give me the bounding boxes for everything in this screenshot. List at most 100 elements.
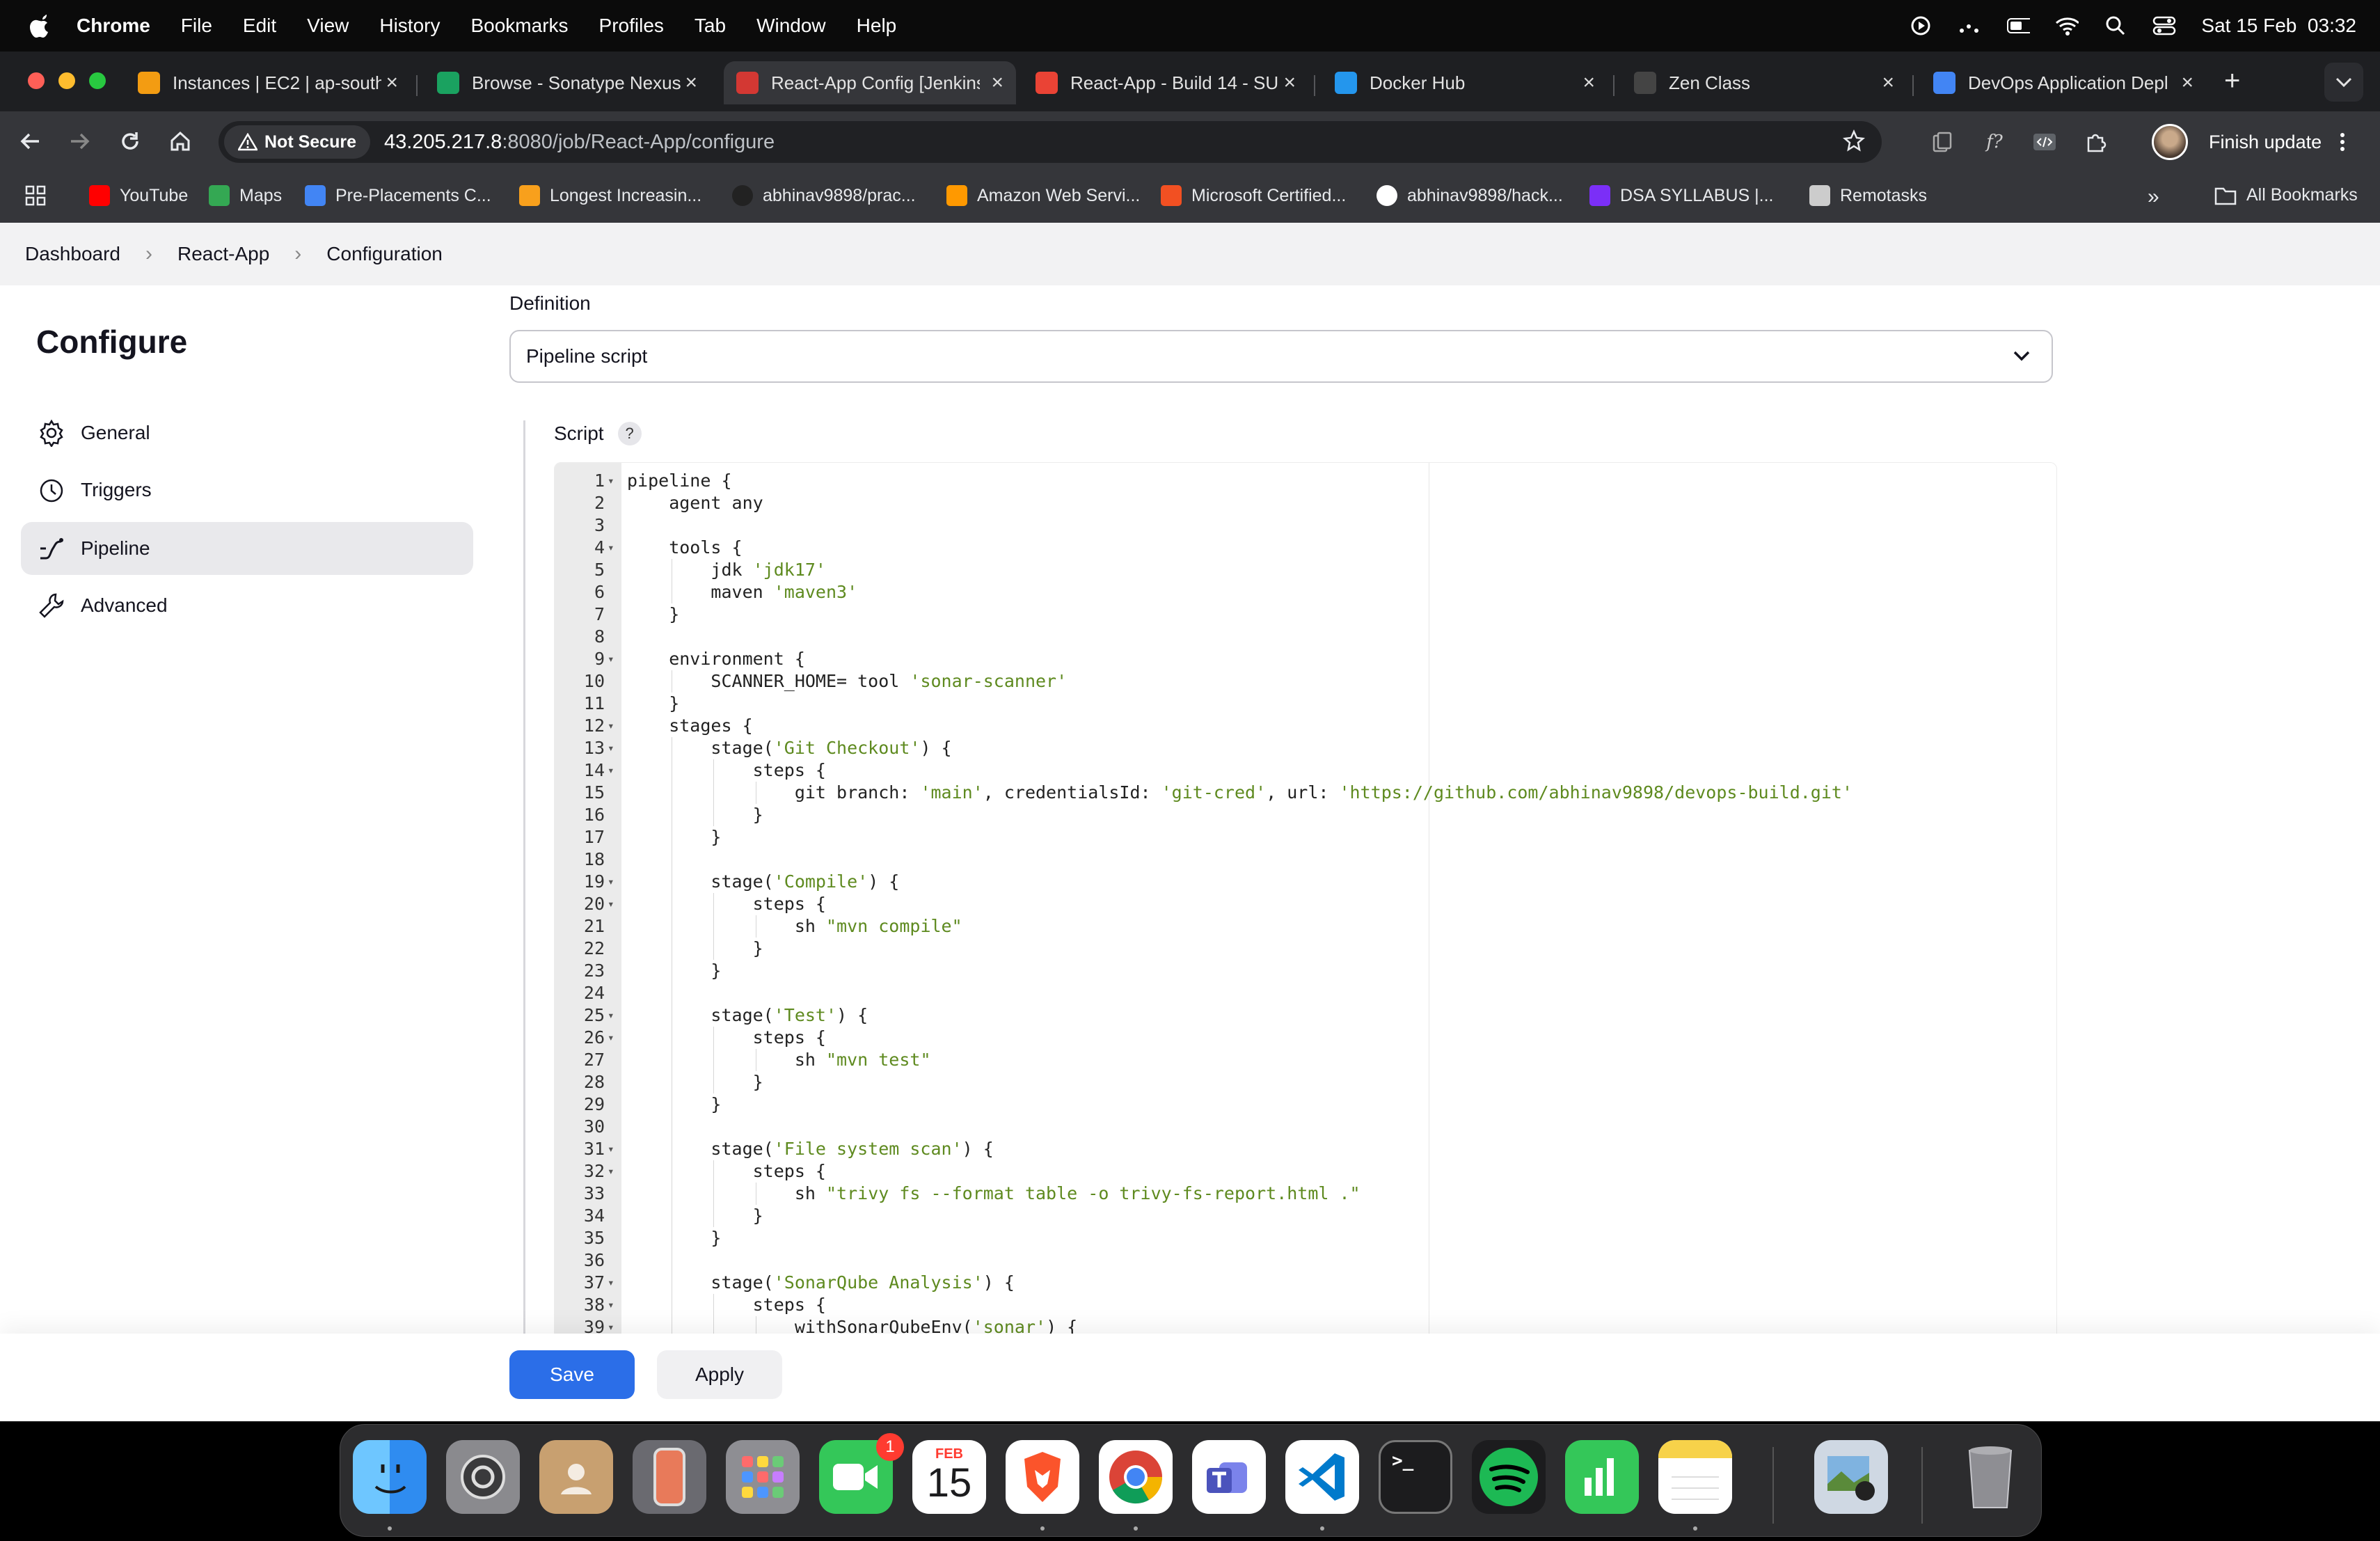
apple-icon[interactable] [25, 10, 56, 41]
apps-grid-icon[interactable] [25, 185, 46, 206]
sidebar-item-pipeline[interactable]: Pipeline [21, 522, 473, 575]
brave-icon[interactable] [1006, 1440, 1079, 1514]
search-icon[interactable] [2104, 14, 2127, 38]
menu-profiles[interactable]: Profiles [599, 15, 664, 37]
control-center-icon[interactable] [2152, 14, 2176, 38]
code-line[interactable]: 13 ▾ stage('Git Checkout') { [555, 737, 2051, 759]
extension-icon-formula[interactable]: f? [1981, 128, 2008, 156]
menu-help[interactable]: Help [857, 15, 897, 37]
close-tab-icon[interactable]: × [1582, 71, 1595, 95]
menu-file[interactable]: File [181, 15, 212, 37]
code-line[interactable]: 10 SCANNER_HOME= tool 'sonar-scanner' [555, 670, 2051, 693]
menu-edit[interactable]: Edit [243, 15, 276, 37]
code-line[interactable]: 16 } [555, 804, 2051, 826]
script-editor[interactable]: 1 ▾ pipeline {2 agent any 3 4 ▾ tools {5 jdk … [554, 462, 2057, 1421]
url-text[interactable]: 43.205.217.8:8080/job/React-App/configur… [384, 131, 775, 154]
system-settings-icon[interactable] [446, 1440, 520, 1514]
calendar-icon[interactable]: FEB 15 [912, 1440, 986, 1514]
fold-arrow-icon[interactable]: ▾ [608, 715, 614, 737]
bookmark-item[interactable]: Amazon Web Servi... [946, 185, 1140, 206]
bookmark-item[interactable]: Longest Increasin... [519, 185, 701, 206]
sidebar-item-advanced[interactable]: Advanced [21, 579, 473, 632]
code-line[interactable]: 4 ▾ tools { [555, 537, 2051, 559]
profile-avatar[interactable] [2152, 124, 2188, 160]
bookmark-item[interactable]: Pre-Placements C... [305, 185, 491, 206]
close-window-button[interactable] [28, 72, 45, 89]
code-line[interactable]: 34 } [555, 1205, 2051, 1227]
all-bookmarks[interactable]: All Bookmarks [2214, 185, 2358, 205]
code-line[interactable]: 19 ▾ stage('Compile') { [555, 871, 2051, 893]
home-button[interactable] [166, 127, 195, 156]
close-tab-icon[interactable]: × [1283, 71, 1296, 95]
save-button[interactable]: Save [509, 1350, 635, 1399]
bookmark-item[interactable]: DSA SYLLABUS |... [1589, 185, 1773, 206]
tab-3[interactable]: React-App Config [Jenkins] × [724, 61, 1016, 104]
notes-icon[interactable] [1658, 1440, 1732, 1514]
tab-7[interactable]: DevOps Application Depl × [1921, 61, 2206, 104]
bookmark-item[interactable]: Remotasks [1809, 185, 1927, 206]
code-line[interactable]: 26 ▾ steps { [555, 1027, 2051, 1049]
code-line[interactable]: 17 } [555, 826, 2051, 848]
code-line[interactable]: 25 ▾ stage('Test') { [555, 1004, 2051, 1027]
code-line[interactable]: 3 [555, 514, 2051, 537]
tab-6[interactable]: Zen Class × [1621, 61, 1907, 104]
fold-arrow-icon[interactable]: ▾ [608, 893, 614, 915]
chrome-icon[interactable] [1099, 1440, 1173, 1514]
menu-app-name[interactable]: Chrome [77, 15, 150, 37]
sidebar-item-triggers[interactable]: Triggers [21, 464, 473, 516]
code-line[interactable]: 37 ▾ stage('SonarQube Analysis') { [555, 1272, 2051, 1294]
code-line[interactable]: 1 ▾ pipeline { [555, 470, 2051, 492]
breadcrumb-dashboard[interactable]: Dashboard [25, 243, 120, 265]
fold-arrow-icon[interactable]: ▾ [608, 537, 614, 559]
fold-arrow-icon[interactable]: ▾ [608, 1294, 614, 1316]
code-line[interactable]: 21 sh "mvn compile" [555, 915, 2051, 938]
fold-arrow-icon[interactable]: ▾ [608, 759, 614, 782]
fold-arrow-icon[interactable]: ▾ [608, 1004, 614, 1027]
contacts-icon[interactable] [539, 1440, 613, 1514]
close-tab-icon[interactable]: × [2181, 71, 2193, 95]
bookmark-item[interactable]: abhinav9898/prac... [732, 185, 916, 206]
tab-5[interactable]: Docker Hub × [1322, 61, 1608, 104]
close-tab-icon[interactable]: × [386, 71, 398, 95]
close-tab-icon[interactable]: × [991, 71, 1003, 95]
bookmark-item[interactable]: abhinav9898/hack... [1377, 185, 1563, 206]
code-line[interactable]: 15 git branch: 'main', credentialsId: 'g… [555, 782, 2051, 804]
tab-4[interactable]: React-App - Build 14 - SU × [1023, 61, 1308, 104]
reload-button[interactable] [116, 127, 145, 156]
teams-icon[interactable] [1192, 1440, 1266, 1514]
play-circle-icon[interactable] [1909, 14, 1933, 38]
code-line[interactable]: 18 [555, 848, 2051, 871]
fold-arrow-icon[interactable]: ▾ [608, 648, 614, 670]
extension-icon-clipboard[interactable] [1928, 128, 1955, 156]
tab-1[interactable]: Instances | EC2 | ap-south-1 × [125, 61, 411, 104]
fold-arrow-icon[interactable]: ▾ [608, 1138, 614, 1160]
bookmark-star-icon[interactable] [1843, 129, 1865, 155]
spotify-icon[interactable] [1472, 1440, 1546, 1514]
code-line[interactable]: 12 ▾ stages { [555, 715, 2051, 737]
code-line[interactable]: 6 maven 'maven3' [555, 581, 2051, 603]
more-bookmarks-chevron-icon[interactable]: » [2148, 185, 2159, 209]
code-line[interactable]: 11 } [555, 693, 2051, 715]
fold-arrow-icon[interactable]: ▾ [608, 737, 614, 759]
menu-window[interactable]: Window [756, 15, 826, 37]
breadcrumb-react-app[interactable]: React-App [177, 243, 269, 265]
bookmark-item[interactable]: Microsoft Certified... [1161, 185, 1346, 206]
code-line[interactable]: 29 } [555, 1093, 2051, 1116]
menu-history[interactable]: History [379, 15, 440, 37]
tab-search-button[interactable] [2324, 63, 2363, 102]
new-tab-button[interactable]: + [2224, 65, 2240, 97]
iphone-mirroring-icon[interactable] [633, 1440, 706, 1514]
code-line[interactable]: 28 } [555, 1071, 2051, 1093]
code-line[interactable]: 20 ▾ steps { [555, 893, 2051, 915]
fold-arrow-icon[interactable]: ▾ [608, 1272, 614, 1294]
address-bar[interactable]: Not Secure 43.205.217.8:8080/job/React-A… [219, 121, 1882, 163]
zoom-window-button[interactable] [89, 72, 106, 89]
code-line[interactable]: 24 [555, 982, 2051, 1004]
numbers-icon[interactable] [1565, 1440, 1639, 1514]
sidebar-item-general[interactable]: General [21, 406, 473, 459]
code-line[interactable]: 8 [555, 626, 2051, 648]
code-line[interactable]: 23 } [555, 960, 2051, 982]
bookmark-item[interactable]: Maps [209, 185, 282, 206]
vscode-icon[interactable] [1285, 1440, 1359, 1514]
bookmark-item[interactable]: YouTube [89, 185, 188, 206]
